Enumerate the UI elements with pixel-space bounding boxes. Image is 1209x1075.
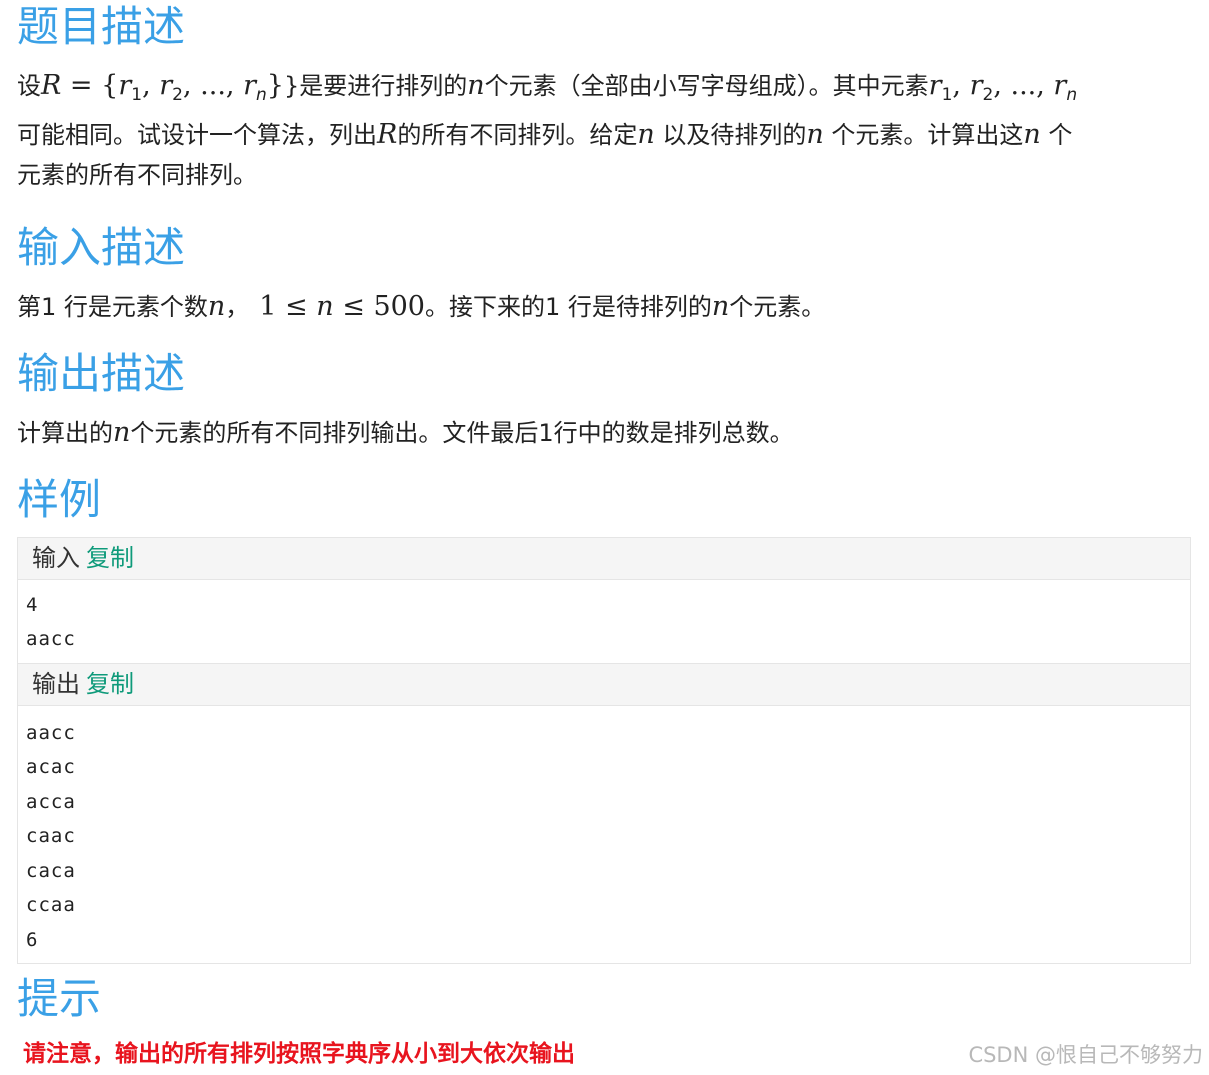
output-description-heading: 输出描述 — [17, 348, 186, 398]
sample-input-line: aacc — [26, 628, 76, 651]
input-description-text: 第1 行是元素个数n， 1 ≤ n ≤ 500。接下来的1 行是待排列的n个元素。 — [17, 290, 826, 322]
sample-output-body: aacc acac acca caac caca ccaa 6 — [18, 706, 1190, 964]
description-text: 设R = {r1, r2, ..., rn}}是要进行排列的n个元素（全部由小写… — [17, 70, 1078, 189]
watermark: CSDN @恨自己不够努力 — [968, 1043, 1203, 1067]
sample-input-header: 输入 复制 — [18, 537, 1190, 580]
copy-output-button[interactable]: 复制 — [86, 670, 134, 698]
hint-heading: 提示 — [17, 974, 102, 1024]
sample-box: 输入 复制 4 aacc 输出 复制 aacc acac acca caac cac… — [17, 536, 1191, 965]
sample-input-line: 4 — [26, 593, 39, 616]
sample-output-label: 输出 — [32, 669, 80, 698]
sample-output-line: acac — [26, 756, 76, 779]
description-heading: 题目描述 — [17, 2, 186, 51]
copy-input-button[interactable]: 复制 — [86, 544, 134, 572]
sample-input-body: 4 aacc — [18, 580, 1190, 663]
output-description-text: 计算出的n个元素的所有不同排列输出。文件最后1行中的数是排列总数。 — [17, 416, 794, 448]
sample-heading: 样例 — [17, 474, 102, 524]
sample-output-line: ccaa — [26, 894, 76, 917]
sample-output-header: 输出 复制 — [18, 662, 1190, 706]
sample-output-line: caac — [26, 825, 76, 848]
sample-input-label: 输入 — [32, 543, 80, 572]
sample-output-line: aacc — [26, 721, 76, 744]
sample-output-line: caca — [26, 859, 76, 882]
input-description-heading: 输入描述 — [17, 222, 186, 272]
sample-output-line: acca — [26, 790, 76, 813]
sample-output-line: 6 — [26, 928, 39, 951]
